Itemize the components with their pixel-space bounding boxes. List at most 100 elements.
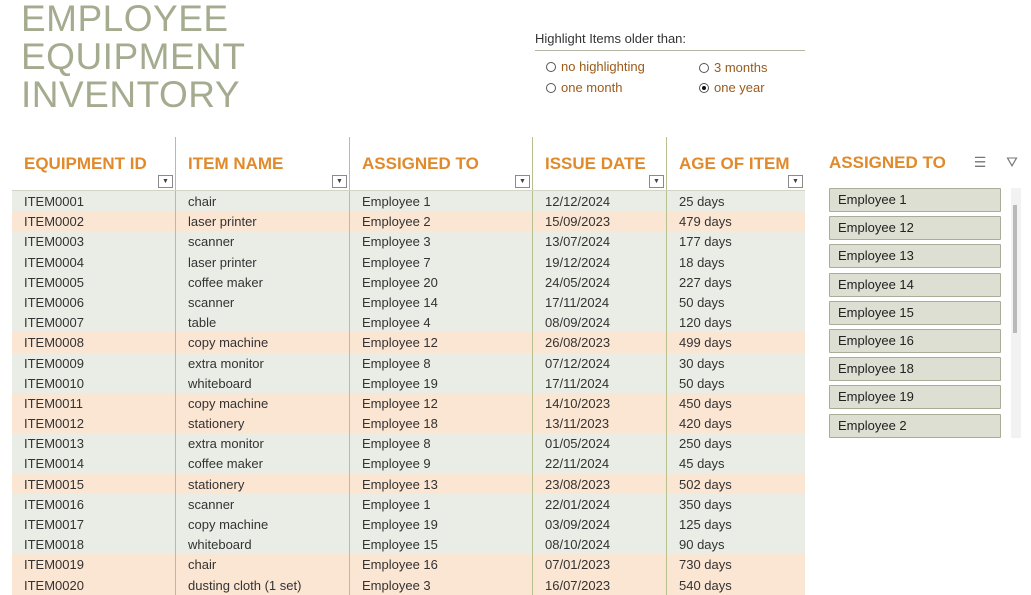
cell-equipment-id[interactable]: ITEM0013 — [12, 433, 176, 454]
cell-assigned-to[interactable]: Employee 3 — [350, 231, 533, 252]
cell-assigned-to[interactable]: Employee 20 — [350, 271, 533, 292]
cell-issue-date[interactable]: 12/12/2024 — [533, 191, 667, 212]
slicer-item[interactable]: Employee 18 — [829, 357, 1001, 382]
cell-assigned-to[interactable]: Employee 19 — [350, 372, 533, 393]
table-row[interactable]: ITEM0012 stationery Employee 18 13/11/2023 4… — [12, 413, 805, 434]
table-row[interactable]: ITEM0015 stationery Employee 13 23/08/2023 5… — [12, 473, 805, 494]
cell-assigned-to[interactable]: Employee 9 — [350, 453, 533, 474]
radio-one-year[interactable]: one year — [699, 80, 765, 95]
cell-assigned-to[interactable]: Employee 2 — [350, 211, 533, 232]
cell-equipment-id[interactable]: ITEM0002 — [12, 211, 176, 232]
cell-age-of-item[interactable]: 502 days — [667, 474, 805, 494]
cell-issue-date[interactable]: 16/07/2023 — [533, 574, 667, 595]
cell-equipment-id[interactable]: ITEM0001 — [12, 191, 176, 212]
cell-issue-date[interactable]: 26/08/2023 — [533, 332, 667, 353]
cell-assigned-to[interactable]: Employee 14 — [350, 291, 533, 313]
cell-item-name[interactable]: copy machine — [176, 392, 350, 414]
cell-item-name[interactable]: stationery — [176, 473, 350, 494]
cell-age-of-item[interactable]: 730 days — [667, 554, 805, 574]
cell-issue-date[interactable]: 22/11/2024 — [533, 453, 667, 474]
cell-item-name[interactable]: extra monitor — [176, 433, 350, 454]
cell-age-of-item[interactable]: 499 days — [667, 332, 805, 352]
cell-equipment-id[interactable]: ITEM0012 — [12, 413, 176, 434]
cell-issue-date[interactable]: 01/05/2024 — [533, 433, 667, 454]
cell-equipment-id[interactable]: ITEM0010 — [12, 372, 176, 393]
radio-one-month[interactable]: one month — [546, 80, 622, 95]
slicer-scrollbar-thumb[interactable] — [1013, 205, 1017, 333]
table-row[interactable]: ITEM0010 whiteboard Employee 19 17/11/2024 5… — [12, 372, 805, 393]
cell-equipment-id[interactable]: ITEM0009 — [12, 352, 176, 373]
cell-equipment-id[interactable]: ITEM0020 — [12, 574, 176, 595]
cell-assigned-to[interactable]: Employee 16 — [350, 554, 533, 575]
slicer-item[interactable]: Employee 15 — [829, 300, 1001, 325]
filter-dropdown-icon[interactable]: ▼ — [788, 175, 803, 188]
cell-assigned-to[interactable]: Employee 8 — [350, 433, 533, 454]
slicer-item[interactable]: Employee 12 — [829, 216, 1001, 241]
cell-item-name[interactable]: coffee maker — [176, 453, 350, 474]
cell-assigned-to[interactable]: Employee 19 — [350, 514, 533, 535]
cell-item-name[interactable]: scanner — [176, 231, 350, 252]
cell-assigned-to[interactable]: Employee 12 — [350, 392, 533, 414]
radio-3-months[interactable]: 3 months — [699, 60, 767, 75]
filter-dropdown-icon[interactable]: ▼ — [649, 175, 664, 188]
cell-age-of-item[interactable]: 420 days — [667, 413, 805, 433]
cell-issue-date[interactable]: 03/09/2024 — [533, 514, 667, 535]
table-row[interactable]: ITEM0008 copy machine Employee 12 26/08/202… — [12, 332, 805, 353]
table-row[interactable]: ITEM0011 copy machine Employee 12 14/10/202… — [12, 392, 805, 414]
table-row[interactable]: ITEM0016 scanner Employee 1 22/01/2024 350 d… — [12, 493, 805, 514]
cell-assigned-to[interactable]: Employee 7 — [350, 251, 533, 272]
slicer-item[interactable]: Employee 16 — [829, 328, 1001, 353]
table-row[interactable]: ITEM0013 extra monitor Employee 8 01/05/202… — [12, 433, 805, 454]
cell-issue-date[interactable]: 13/07/2024 — [533, 231, 667, 252]
cell-issue-date[interactable]: 08/10/2024 — [533, 534, 667, 555]
cell-assigned-to[interactable]: Employee 12 — [350, 332, 533, 353]
cell-assigned-to[interactable]: Employee 1 — [350, 191, 533, 212]
filter-dropdown-icon[interactable]: ▼ — [332, 175, 347, 188]
cell-issue-date[interactable]: 07/01/2023 — [533, 554, 667, 575]
cell-equipment-id[interactable]: ITEM0003 — [12, 231, 176, 252]
table-row[interactable]: ITEM0002 laser printer Employee 2 15/09/202… — [12, 211, 805, 232]
cell-equipment-id[interactable]: ITEM0016 — [12, 493, 176, 514]
clear-filter-icon[interactable]: ⛛ — [1003, 154, 1021, 172]
slicer-item[interactable]: Employee 13 — [829, 244, 1001, 269]
cell-issue-date[interactable]: 07/12/2024 — [533, 352, 667, 373]
cell-assigned-to[interactable]: Employee 15 — [350, 534, 533, 555]
cell-equipment-id[interactable]: ITEM0015 — [12, 473, 176, 494]
table-row[interactable]: ITEM0019 chair Employee 16 07/01/2023 730 da… — [12, 554, 805, 575]
table-row[interactable]: ITEM0014 coffee maker Employee 9 22/11/2024… — [12, 453, 805, 474]
cell-equipment-id[interactable]: ITEM0004 — [12, 251, 176, 272]
cell-issue-date[interactable]: 15/09/2023 — [533, 211, 667, 232]
table-row[interactable]: ITEM0009 extra monitor Employee 8 07/12/202… — [12, 352, 805, 373]
table-row[interactable]: ITEM0020 dusting cloth (1 set) Employee 31… — [12, 574, 805, 595]
slicer-item[interactable]: Employee 2 — [829, 413, 1001, 438]
cell-age-of-item[interactable]: 227 days — [667, 272, 805, 292]
table-row[interactable]: ITEM0005 coffee maker Employee 20 24/05/202… — [12, 271, 805, 292]
cell-issue-date[interactable]: 14/10/2023 — [533, 392, 667, 414]
cell-item-name[interactable]: scanner — [176, 291, 350, 313]
cell-assigned-to[interactable]: Employee 13 — [350, 473, 533, 494]
cell-item-name[interactable]: coffee maker — [176, 271, 350, 292]
cell-age-of-item[interactable]: 350 days — [667, 494, 805, 514]
cell-age-of-item[interactable]: 50 days — [667, 373, 805, 393]
cell-age-of-item[interactable]: 90 days — [667, 534, 805, 554]
table-row[interactable]: ITEM0004 laser printer Employee 7 19/12/202… — [12, 251, 805, 272]
cell-issue-date[interactable]: 17/11/2024 — [533, 372, 667, 393]
cell-item-name[interactable]: chair — [176, 191, 350, 212]
cell-age-of-item[interactable]: 45 days — [667, 453, 805, 473]
cell-age-of-item[interactable]: 125 days — [667, 514, 805, 534]
cell-issue-date[interactable]: 24/05/2024 — [533, 271, 667, 292]
cell-age-of-item[interactable]: 120 days — [667, 312, 805, 332]
radio-no-highlighting[interactable]: no highlighting — [546, 59, 645, 74]
table-row[interactable]: ITEM0006 scanner Employee 14 17/11/2024 50 d… — [12, 291, 805, 313]
slicer-item[interactable]: Employee 14 — [829, 272, 1001, 297]
cell-issue-date[interactable]: 17/11/2024 — [533, 291, 667, 313]
cell-item-name[interactable]: copy machine — [176, 332, 350, 353]
multiselect-icon[interactable]: ☰ — [971, 154, 989, 172]
cell-item-name[interactable]: laser printer — [176, 211, 350, 232]
cell-issue-date[interactable]: 23/08/2023 — [533, 473, 667, 494]
table-row[interactable]: ITEM0017 copy machine Employee 19 03/09/202… — [12, 514, 805, 535]
cell-equipment-id[interactable]: ITEM0011 — [12, 392, 176, 414]
slicer-item[interactable]: Employee 19 — [829, 385, 1001, 410]
cell-item-name[interactable]: dusting cloth (1 set) — [176, 574, 350, 595]
cell-age-of-item[interactable]: 18 days — [667, 252, 805, 272]
